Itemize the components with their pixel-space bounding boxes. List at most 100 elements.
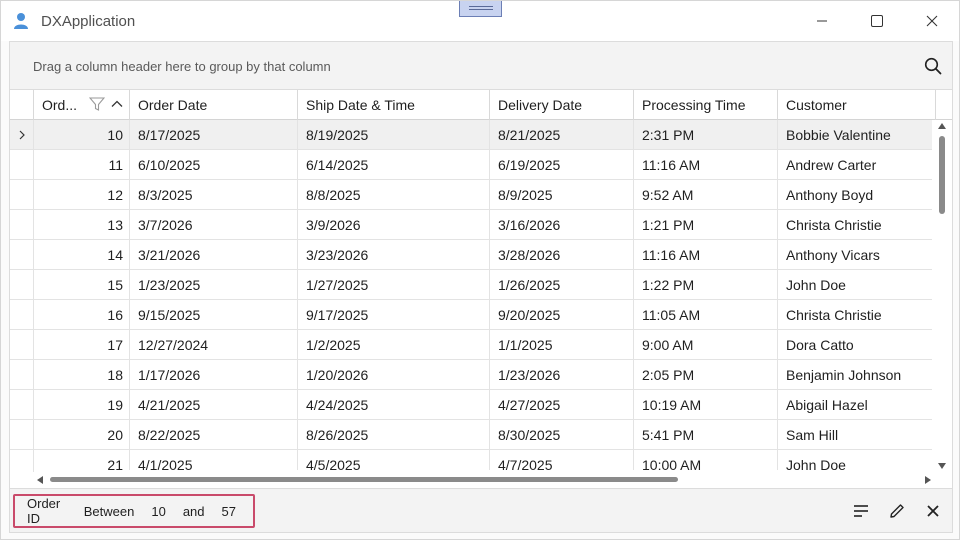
table-row[interactable]: 11 6/10/2025 6/14/2025 6/19/2025 11:16 AM And… — [10, 150, 934, 180]
table-row[interactable]: 14 3/21/2026 3/23/2026 3/28/2026 11:16 AM Ant… — [10, 240, 934, 270]
cell-order-id[interactable]: 17 — [34, 330, 130, 360]
cell-ship-date[interactable]: 3/9/2026 — [298, 210, 490, 240]
row-indicator[interactable] — [10, 210, 34, 240]
table-row[interactable]: 13 3/7/2026 3/9/2026 3/16/2026 1:21 PM Christ… — [10, 210, 934, 240]
filter-mru-button[interactable] — [850, 500, 872, 522]
cell-order-id[interactable]: 12 — [34, 180, 130, 210]
row-indicator[interactable] — [10, 240, 34, 270]
cell-ship-date[interactable]: 9/17/2025 — [298, 300, 490, 330]
cell-order-date[interactable]: 12/27/2024 — [130, 330, 298, 360]
cell-processing-time[interactable]: 1:22 PM — [634, 270, 778, 300]
cell-ship-date[interactable]: 4/24/2025 — [298, 390, 490, 420]
cell-delivery-date[interactable]: 6/19/2025 — [490, 150, 634, 180]
edit-filter-button[interactable] — [886, 500, 908, 522]
row-indicator[interactable] — [10, 270, 34, 300]
cell-order-date[interactable]: 8/17/2025 — [130, 120, 298, 150]
cell-delivery-date[interactable]: 3/28/2026 — [490, 240, 634, 270]
horizontal-scroll-thumb[interactable] — [50, 477, 678, 482]
cell-customer[interactable]: Andrew Carter — [778, 150, 934, 180]
cell-processing-time[interactable]: 9:00 AM — [634, 330, 778, 360]
cell-ship-date[interactable]: 1/2/2025 — [298, 330, 490, 360]
cell-order-id[interactable]: 14 — [34, 240, 130, 270]
horizontal-scrollbar[interactable] — [34, 470, 934, 488]
cell-delivery-date[interactable]: 1/26/2025 — [490, 270, 634, 300]
cell-customer[interactable]: Sam Hill — [778, 420, 934, 450]
cell-delivery-date[interactable]: 8/30/2025 — [490, 420, 634, 450]
cell-processing-time[interactable]: 11:05 AM — [634, 300, 778, 330]
row-indicator[interactable] — [10, 360, 34, 390]
cell-processing-time[interactable]: 5:41 PM — [634, 420, 778, 450]
cell-ship-date[interactable]: 1/27/2025 — [298, 270, 490, 300]
column-header-customer[interactable]: Customer — [778, 90, 936, 120]
filter-criteria[interactable]: Order ID Between 10 and 57 — [13, 494, 255, 528]
cell-order-date[interactable]: 9/15/2025 — [130, 300, 298, 330]
table-row[interactable]: 18 1/17/2026 1/20/2026 1/23/2026 2:05 PM Benj… — [10, 360, 934, 390]
vertical-scroll-thumb[interactable] — [939, 136, 945, 214]
cell-customer[interactable]: Bobbie Valentine — [778, 120, 934, 150]
cell-order-date[interactable]: 8/3/2025 — [130, 180, 298, 210]
cell-ship-date[interactable]: 1/20/2026 — [298, 360, 490, 390]
drag-grip-handle[interactable] — [459, 1, 502, 17]
cell-customer[interactable]: John Doe — [778, 270, 934, 300]
cell-order-id[interactable]: 20 — [34, 420, 130, 450]
clear-filter-button[interactable] — [922, 500, 944, 522]
cell-order-id[interactable]: 13 — [34, 210, 130, 240]
table-row[interactable]: 10 8/17/2025 8/19/2025 8/21/2025 2:31 PM Bobb… — [10, 120, 934, 150]
cell-delivery-date[interactable]: 8/21/2025 — [490, 120, 634, 150]
filter-operator[interactable]: Between — [84, 504, 135, 519]
row-indicator[interactable] — [10, 450, 34, 472]
cell-order-date[interactable]: 4/1/2025 — [130, 450, 298, 472]
cell-delivery-date[interactable]: 1/1/2025 — [490, 330, 634, 360]
maximize-button[interactable] — [850, 1, 904, 41]
cell-ship-date[interactable]: 6/14/2025 — [298, 150, 490, 180]
row-indicator[interactable] — [10, 330, 34, 360]
row-indicator[interactable] — [10, 150, 34, 180]
column-header-order-id[interactable]: Ord... — [34, 90, 130, 120]
cell-customer[interactable]: Anthony Boyd — [778, 180, 934, 210]
column-header-processing-time[interactable]: Processing Time — [634, 90, 778, 120]
column-header-order-date[interactable]: Order Date — [130, 90, 298, 120]
table-row[interactable]: 20 8/22/2025 8/26/2025 8/30/2025 5:41 PM Sam … — [10, 420, 934, 450]
cell-customer[interactable]: Christa Christie — [778, 300, 934, 330]
scroll-left-icon[interactable] — [36, 475, 44, 485]
cell-customer[interactable]: Dora Catto — [778, 330, 934, 360]
cell-order-id[interactable]: 19 — [34, 390, 130, 420]
search-button[interactable] — [922, 55, 944, 77]
cell-delivery-date[interactable]: 1/23/2026 — [490, 360, 634, 390]
cell-order-id[interactable]: 21 — [34, 450, 130, 472]
table-row[interactable]: 21 4/1/2025 4/5/2025 4/7/2025 10:00 AM John D… — [10, 450, 934, 472]
cell-customer[interactable]: Christa Christie — [778, 210, 934, 240]
cell-processing-time[interactable]: 10:19 AM — [634, 390, 778, 420]
vertical-scrollbar[interactable] — [932, 120, 952, 472]
cell-order-date[interactable]: 3/21/2026 — [130, 240, 298, 270]
cell-ship-date[interactable]: 3/23/2026 — [298, 240, 490, 270]
row-indicator[interactable] — [10, 420, 34, 450]
cell-customer[interactable]: Benjamin Johnson — [778, 360, 934, 390]
table-row[interactable]: 17 12/27/2024 1/2/2025 1/1/2025 9:00 AM Dora … — [10, 330, 934, 360]
cell-ship-date[interactable]: 8/19/2025 — [298, 120, 490, 150]
cell-processing-time[interactable]: 11:16 AM — [634, 240, 778, 270]
filter-value-from[interactable]: 10 — [151, 504, 165, 519]
close-window-button[interactable] — [905, 1, 959, 41]
cell-delivery-date[interactable]: 3/16/2026 — [490, 210, 634, 240]
cell-processing-time[interactable]: 10:00 AM — [634, 450, 778, 472]
cell-processing-time[interactable]: 1:21 PM — [634, 210, 778, 240]
cell-processing-time[interactable]: 11:16 AM — [634, 150, 778, 180]
minimize-button[interactable] — [795, 1, 849, 41]
cell-ship-date[interactable]: 8/8/2025 — [298, 180, 490, 210]
cell-processing-time[interactable]: 9:52 AM — [634, 180, 778, 210]
scroll-up-icon[interactable] — [937, 122, 947, 130]
cell-delivery-date[interactable]: 4/27/2025 — [490, 390, 634, 420]
cell-ship-date[interactable]: 4/5/2025 — [298, 450, 490, 472]
cell-customer[interactable]: John Doe — [778, 450, 934, 472]
cell-order-id[interactable]: 15 — [34, 270, 130, 300]
row-indicator[interactable] — [10, 120, 34, 150]
table-row[interactable]: 19 4/21/2025 4/24/2025 4/27/2025 10:19 AM Abi… — [10, 390, 934, 420]
cell-order-date[interactable]: 1/23/2025 — [130, 270, 298, 300]
row-indicator[interactable] — [10, 300, 34, 330]
cell-order-id[interactable]: 18 — [34, 360, 130, 390]
cell-processing-time[interactable]: 2:31 PM — [634, 120, 778, 150]
row-indicator[interactable] — [10, 390, 34, 420]
cell-delivery-date[interactable]: 8/9/2025 — [490, 180, 634, 210]
cell-delivery-date[interactable]: 4/7/2025 — [490, 450, 634, 472]
